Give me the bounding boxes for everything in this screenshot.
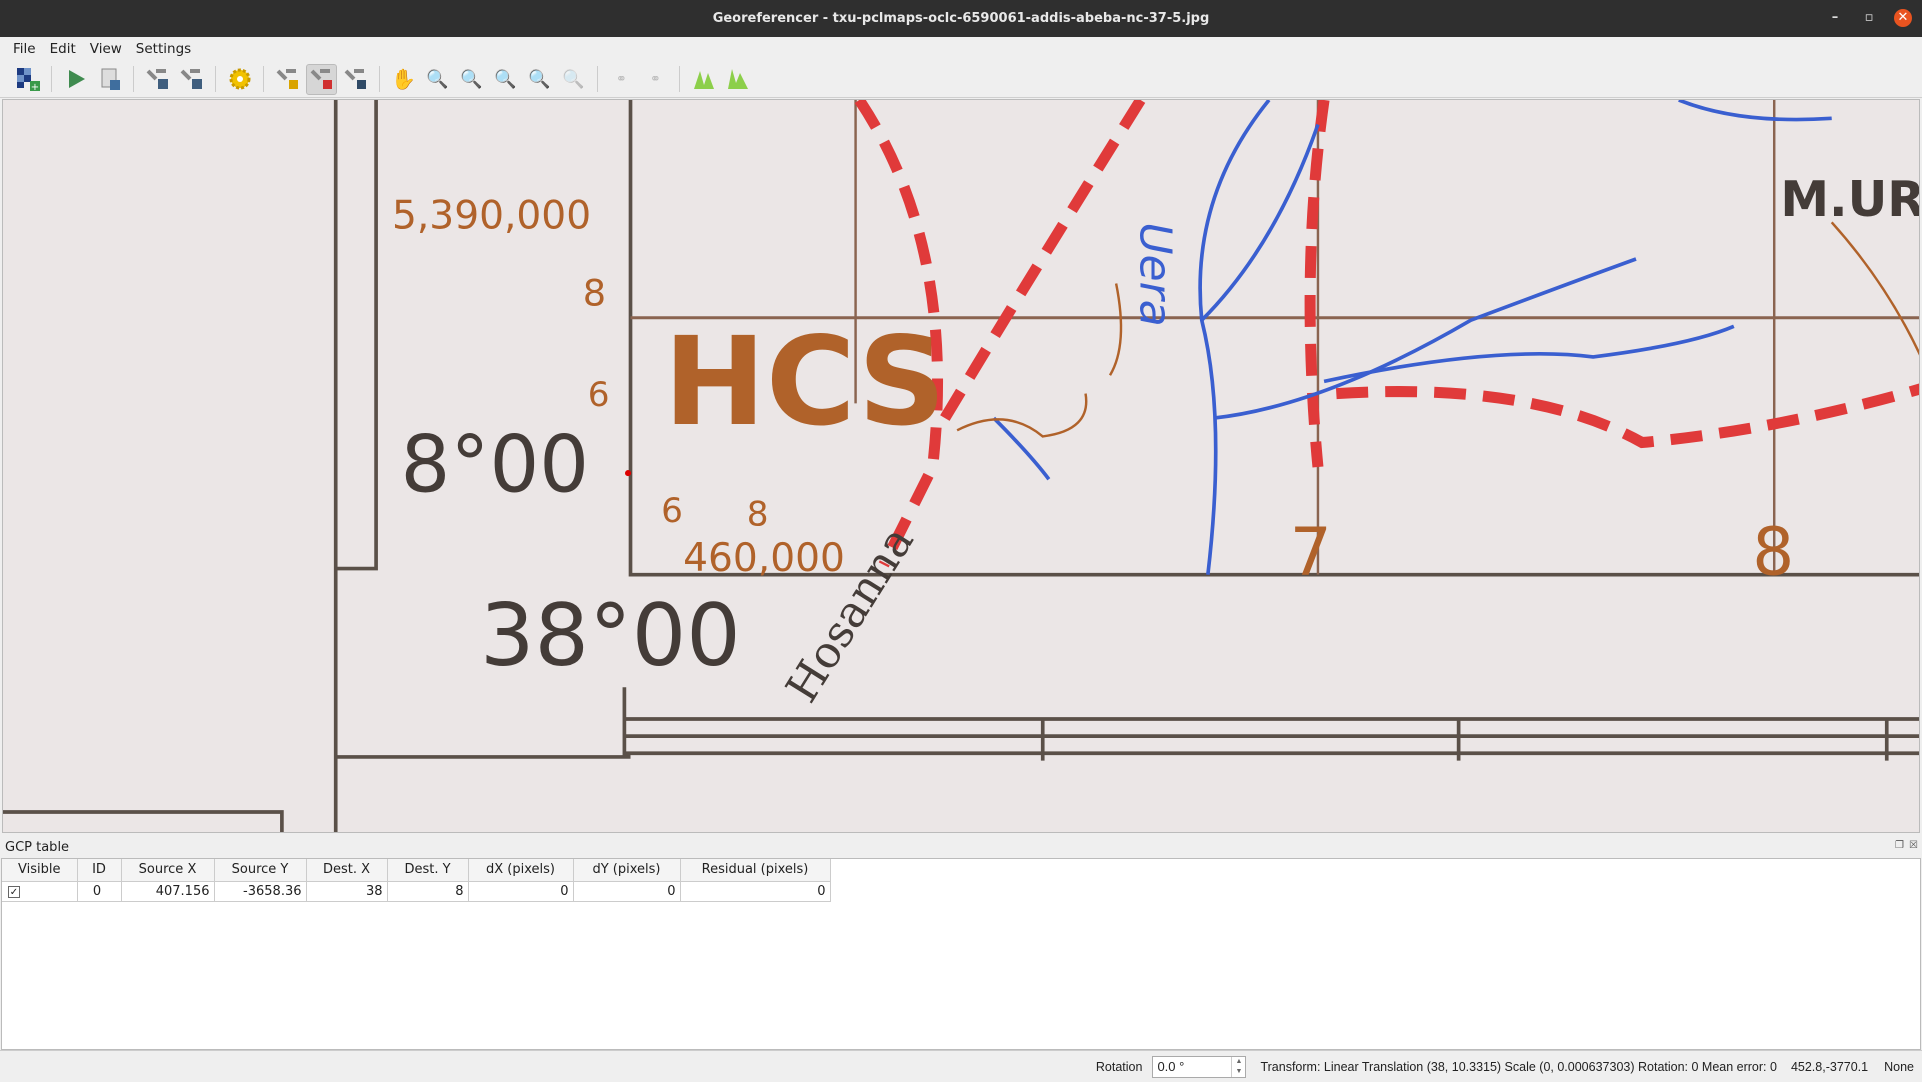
delete-point-icon [310, 69, 332, 89]
col-source-x[interactable]: Source X [121, 859, 215, 882]
map-label: 7 [1290, 514, 1332, 591]
map-label: 5,390,000 [392, 193, 591, 238]
cell-source-x[interactable]: 407.156 [121, 881, 215, 902]
delete-point-button[interactable] [306, 63, 337, 95]
transformation-settings-button[interactable] [224, 64, 255, 95]
zoom-last-icon: 🔍 [528, 68, 551, 90]
add-point-icon [276, 69, 298, 89]
generate-gdal-script-button[interactable] [94, 64, 125, 95]
map-label: 38°00 [480, 587, 741, 686]
histogram-icon [727, 69, 748, 89]
script-icon [101, 68, 120, 90]
zoom-layer-icon: 🔍 [494, 68, 517, 90]
cell-dy[interactable]: 0 [573, 881, 681, 902]
map-image: 5,390,000 8 6 8°00 HCS Uera M.UR 6 8 460… [3, 100, 1920, 832]
map-label: 8°00 [401, 419, 590, 510]
gcp-point-marker[interactable] [625, 470, 632, 477]
link-icon: ⚭ [650, 71, 661, 87]
cell-dest-x[interactable]: 38 [306, 881, 388, 902]
zoom-out-icon: 🔍 [460, 68, 483, 90]
transform-info: Transform: Linear Translation (38, 10.33… [1260, 1059, 1777, 1074]
col-source-y[interactable]: Source Y [214, 859, 307, 882]
gear-icon [229, 68, 250, 90]
play-icon [68, 70, 85, 88]
link-icon: ⚭ [616, 71, 627, 87]
spin-arrows-icon[interactable]: ▲ ▼ [1231, 1056, 1245, 1077]
cell-dx[interactable]: 0 [468, 881, 574, 902]
save-gcp-button[interactable] [176, 64, 207, 95]
rotation-label: Rotation [1095, 1059, 1143, 1074]
gcp-table: Visible ID Source X Source Y Dest. X Des… [1, 858, 1921, 1050]
cell-residual[interactable]: 0 [680, 881, 831, 902]
map-label: HCS [664, 310, 946, 453]
rotation-spinbox[interactable]: 0.0 ° ▲ ▼ [1152, 1055, 1247, 1078]
window-title: Georeferencer - txu-pclmaps-oclc-6590061… [712, 11, 1210, 26]
toolbar: + ✋ 🔍 🔍 🔍 🔍 🔍 ⚭ ⚭ [0, 61, 1922, 98]
zoom-out-button[interactable]: 🔍 [456, 64, 487, 95]
add-point-button[interactable] [272, 64, 303, 95]
table-row[interactable]: ✓ 0 407.156 -3658.36 38 8 0 0 0 [2, 881, 831, 902]
map-canvas[interactable]: 5,390,000 8 6 8°00 HCS Uera M.UR 6 8 460… [2, 99, 1920, 833]
visible-checkbox[interactable]: ✓ [8, 885, 20, 898]
map-label: 8 [747, 495, 769, 535]
map-label: M.UR [1780, 171, 1920, 228]
load-points-icon [146, 69, 168, 89]
open-raster-button[interactable]: + [12, 64, 43, 95]
col-dx[interactable]: dX (pixels) [468, 859, 574, 882]
histogram-icon [693, 71, 714, 89]
zoom-last-button[interactable]: 🔍 [524, 64, 555, 95]
menu-view[interactable]: View [83, 41, 129, 57]
col-visible[interactable]: Visible [2, 859, 78, 882]
load-gcp-button[interactable] [142, 64, 173, 95]
zoom-next-button[interactable]: 🔍 [558, 64, 589, 95]
maximize-icon[interactable]: ▫ [1860, 9, 1878, 27]
table-header: Visible ID Source X Source Y Dest. X Des… [2, 859, 831, 882]
coordinate-readout: 452.8,-3770.1 [1790, 1059, 1869, 1074]
raster-icon: + [16, 68, 40, 92]
col-id[interactable]: ID [77, 859, 122, 882]
svg-text:+: + [30, 82, 38, 92]
full-histogram-stretch-button[interactable] [688, 64, 719, 95]
zoom-layer-button[interactable]: 🔍 [490, 64, 521, 95]
menu-edit[interactable]: Edit [43, 41, 83, 57]
title-bar: Georeferencer - txu-pclmaps-oclc-6590061… [0, 0, 1922, 37]
panel-title: GCP table [5, 840, 70, 855]
link-qgis-georef-button[interactable]: ⚭ [640, 64, 671, 95]
map-label: 8 [583, 272, 606, 315]
cell-source-y[interactable]: -3658.36 [214, 881, 307, 902]
map-label: 8 [1752, 514, 1794, 591]
col-dest-x[interactable]: Dest. X [306, 859, 388, 882]
close-icon[interactable]: ✕ [1894, 9, 1912, 27]
move-point-button[interactable] [340, 64, 371, 95]
close-panel-icon[interactable]: ☒ [1909, 840, 1918, 851]
menu-bar: File Edit View Settings [0, 37, 1922, 61]
float-icon[interactable]: ❐ [1895, 840, 1904, 851]
map-label: 6 [661, 491, 683, 531]
move-point-icon [344, 69, 366, 89]
start-georeferencing-button[interactable] [60, 64, 91, 95]
menu-file[interactable]: File [6, 41, 43, 57]
zoom-next-icon: 🔍 [562, 68, 585, 90]
save-points-icon [180, 69, 202, 89]
col-dy[interactable]: dY (pixels) [573, 859, 681, 882]
pan-button[interactable]: ✋ [388, 64, 419, 95]
cell-id[interactable]: 0 [77, 881, 122, 902]
zoom-in-button[interactable]: 🔍 [422, 64, 453, 95]
map-label: Uera [1130, 222, 1181, 326]
link-georef-qgis-button[interactable]: ⚭ [606, 64, 637, 95]
menu-settings[interactable]: Settings [129, 41, 198, 57]
gcp-table-panel: GCP table ❐ ☒ Visible ID Source X Source… [0, 834, 1922, 1050]
zoom-in-icon: 🔍 [426, 68, 449, 90]
local-histogram-stretch-button[interactable] [722, 64, 753, 95]
status-bar: Rotation 0.0 ° ▲ ▼ Transform: Linear Trans… [0, 1050, 1922, 1082]
col-dest-y[interactable]: Dest. Y [387, 859, 469, 882]
rotation-value: 0.0 ° [1157, 1059, 1185, 1074]
map-label: 6 [588, 375, 610, 415]
crs-label: None [1884, 1059, 1914, 1074]
col-residual[interactable]: Residual (pixels) [680, 859, 831, 882]
cell-dest-y[interactable]: 8 [387, 881, 469, 902]
minimize-icon[interactable]: – [1826, 9, 1844, 27]
map-label: 460,000 [683, 536, 845, 581]
hand-icon: ✋ [391, 67, 416, 91]
